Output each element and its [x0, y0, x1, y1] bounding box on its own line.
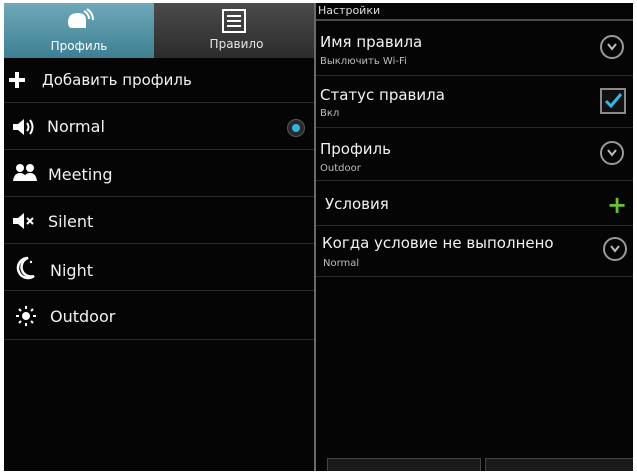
profile-item-night[interactable]: Night [4, 244, 319, 291]
rule-status-value: Вкл [320, 108, 340, 119]
list-icon [222, 9, 246, 37]
checkmark-icon [604, 93, 623, 109]
bottom-button-left[interactable] [327, 458, 481, 471]
chevron-down-icon[interactable] [603, 237, 627, 261]
profiles-panel: Профиль Правило Добавить профиль Normal … [4, 3, 319, 471]
panel-divider [314, 3, 316, 471]
conditions-title: Условия [325, 195, 389, 213]
profile-label: Silent [48, 212, 94, 231]
chevron-down-icon[interactable] [600, 35, 624, 59]
settings-header: Настройки [315, 3, 633, 21]
profile-item-normal[interactable]: Normal [4, 103, 319, 150]
add-profile-button[interactable]: Добавить профиль [4, 59, 319, 103]
tab-bar: Профиль Правило [4, 3, 319, 58]
tab-rule[interactable]: Правило [154, 3, 319, 58]
rule-status-title: Статус правила [320, 86, 445, 104]
moon-icon [14, 256, 36, 284]
profile-title: Профиль [320, 140, 391, 158]
profile-label: Night [50, 261, 93, 280]
profile-item-silent[interactable]: Silent [4, 197, 319, 244]
otherwise-row[interactable]: Когда условие не выполнено Normal [315, 226, 633, 277]
tab-profile[interactable]: Профиль [4, 3, 154, 58]
otherwise-title: Когда условие не выполнено [322, 234, 554, 252]
bottom-button-right[interactable] [485, 458, 633, 471]
profile-label: Meeting [48, 165, 113, 184]
selected-radio[interactable] [287, 119, 305, 137]
add-condition-icon[interactable]: + [607, 193, 627, 217]
profile-value: Outdoor [320, 163, 361, 174]
tab-profile-label: Профиль [50, 39, 108, 53]
conditions-row[interactable]: Условия + [315, 181, 633, 226]
otherwise-value: Normal [323, 258, 360, 269]
profile-item-outdoor[interactable]: Outdoor [4, 291, 319, 340]
rule-name-value: Выключить Wi-Fi [320, 56, 407, 67]
profile-speaker-icon [64, 8, 94, 40]
status-checkbox[interactable] [600, 88, 626, 114]
speaker-icon [12, 118, 36, 140]
plus-icon [9, 72, 25, 92]
mute-icon [12, 212, 36, 234]
rule-name-title: Имя правила [320, 33, 423, 51]
profile-row[interactable]: Профиль Outdoor [315, 128, 633, 181]
profile-label: Normal [47, 117, 105, 136]
profile-item-meeting[interactable]: Meeting [4, 150, 319, 197]
rule-name-row[interactable]: Имя правила Выключить Wi-Fi [315, 23, 633, 76]
rule-settings-panel: Настройки Имя правила Выключить Wi-Fi Ст… [315, 3, 633, 471]
people-icon [12, 163, 38, 187]
sun-icon [16, 306, 36, 330]
chevron-down-icon[interactable] [600, 141, 624, 165]
rule-status-row[interactable]: Статус правила Вкл [315, 76, 633, 128]
tab-rule-label: Правило [209, 37, 264, 51]
add-profile-label: Добавить профиль [42, 71, 192, 89]
profile-label: Outdoor [50, 307, 116, 326]
